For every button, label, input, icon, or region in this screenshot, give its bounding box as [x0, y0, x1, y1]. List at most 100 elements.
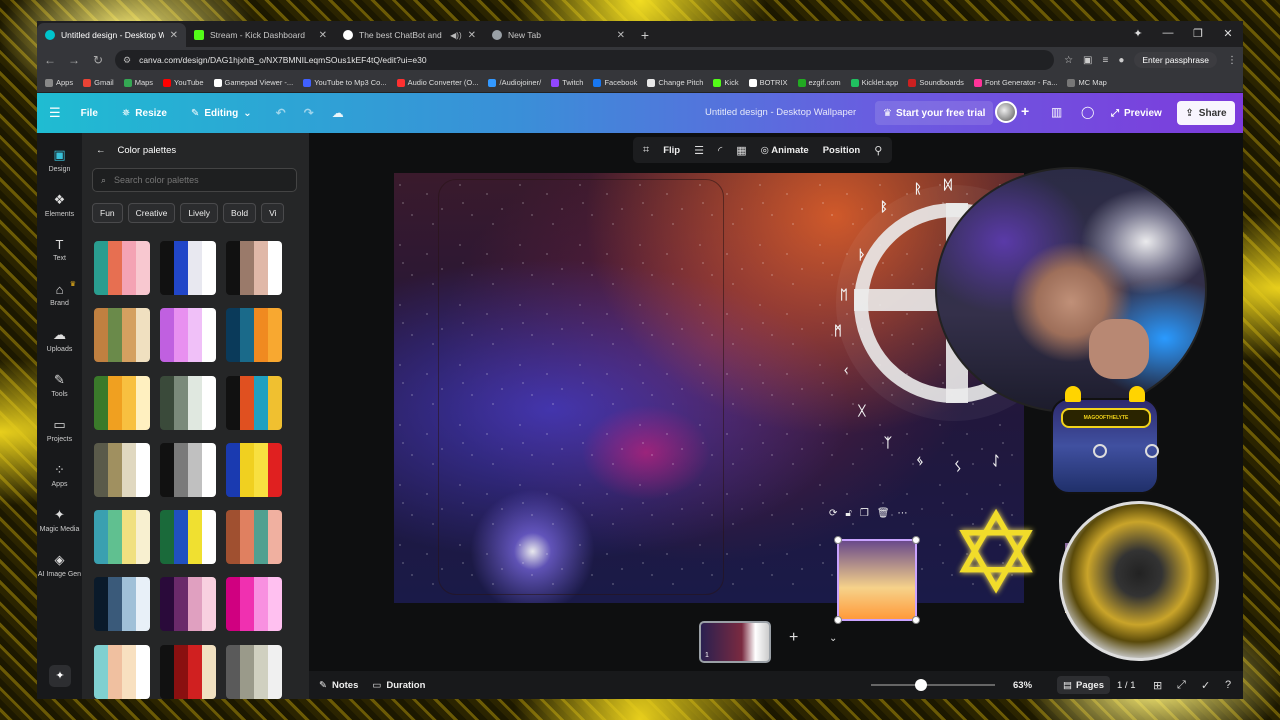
palette-chip[interactable]: Creative: [127, 203, 176, 223]
bookmark-item[interactable]: Twitch: [551, 78, 583, 87]
rail-item-design[interactable]: ▣ Design: [37, 147, 82, 173]
reload-icon[interactable]: ↻: [91, 53, 105, 67]
bookmark-item[interactable]: Kicklet.app: [850, 78, 898, 87]
palette-swatch[interactable]: [94, 308, 150, 363]
bookmark-item[interactable]: Audio Converter (O...: [396, 78, 478, 87]
browser-tab-chatbot[interactable]: The best ChatBot and Widg ◀)) ✕: [335, 23, 484, 47]
rotate-icon[interactable]: ⟳: [829, 508, 837, 519]
palette-swatch[interactable]: [94, 577, 150, 632]
close-window-icon[interactable]: ✕: [1213, 27, 1243, 40]
rail-item-brand[interactable]: ⌂ Brand ♛: [37, 281, 82, 307]
menu-kebab-icon[interactable]: ⋮: [1227, 55, 1237, 66]
speaker-icon[interactable]: ◀)): [450, 31, 461, 40]
extensions-icon[interactable]: ≡: [1102, 55, 1108, 66]
rail-item-magic-media[interactable]: ✦ Magic Media: [37, 507, 82, 533]
palette-swatch[interactable]: [94, 375, 150, 430]
bookmark-item[interactable]: YouTube to Mp3 Co...: [303, 78, 387, 87]
palette-swatch[interactable]: [160, 577, 216, 632]
help-icon[interactable]: ?: [1225, 679, 1231, 691]
page-thumbnail[interactable]: 1: [699, 621, 771, 663]
crop-icon[interactable]: ⌗: [643, 144, 649, 157]
lock-icon[interactable]: 🔓︎: [845, 508, 851, 519]
share-button[interactable]: ⇪ Share: [1177, 101, 1235, 125]
palette-swatch[interactable]: [94, 241, 150, 295]
zoom-slider[interactable]: [871, 684, 995, 686]
design-canvas[interactable]: ᚱᛞ ᛒᚦ ᛖᛗ ᚲᚷ ᛉᛃ ᛊᛇ: [394, 173, 1054, 603]
new-tab-button[interactable]: +: [633, 23, 657, 47]
palette-swatch[interactable]: [160, 308, 216, 363]
rail-item-tools[interactable]: ✎ Tools: [37, 372, 82, 398]
maximize-icon[interactable]: ❐: [1183, 27, 1213, 40]
close-tab-icon[interactable]: ✕: [468, 30, 476, 41]
hexagram-figure-image[interactable]: ✡: [937, 495, 1055, 613]
add-collaborator-icon[interactable]: +: [1021, 103, 1029, 119]
more-options-icon[interactable]: ⋯: [898, 508, 908, 519]
design-title[interactable]: Untitled design - Desktop Wallpaper: [705, 107, 856, 118]
bookmark-item[interactable]: ezgif.com: [797, 78, 841, 87]
grid-view-icon[interactable]: ⊞: [1153, 679, 1162, 692]
palette-swatch[interactable]: [160, 644, 216, 699]
avatar[interactable]: [995, 101, 1017, 123]
comments-icon[interactable]: ◯: [1081, 105, 1094, 119]
palette-swatch[interactable]: [94, 510, 150, 565]
resize-handle[interactable]: [912, 536, 920, 544]
bookmark-item[interactable]: YouTube: [163, 78, 204, 87]
position-button[interactable]: Position: [823, 145, 860, 156]
main-menu-icon[interactable]: ☰: [49, 105, 61, 121]
palette-swatch[interactable]: [226, 577, 282, 632]
animate-button[interactable]: ◎ Animate: [761, 145, 809, 156]
bookmark-item[interactable]: Facebook: [593, 78, 637, 87]
back-icon[interactable]: ←: [43, 53, 57, 67]
palette-swatch[interactable]: [94, 644, 150, 699]
palette-swatch[interactable]: [226, 375, 282, 430]
transparency-icon[interactable]: ▦: [736, 144, 746, 157]
palette-swatch[interactable]: [160, 442, 216, 497]
bookmark-item[interactable]: Maps: [123, 78, 153, 87]
browser-tab-canva[interactable]: Untitled design - Desktop Walli ✕: [37, 23, 186, 47]
minimize-icon[interactable]: —: [1153, 27, 1183, 39]
palette-swatch[interactable]: [160, 375, 216, 430]
save-status-icon[interactable]: ☁: [332, 106, 344, 120]
fullscreen-icon[interactable]: ⤢: [1177, 679, 1186, 692]
rail-item-ai-image-gen[interactable]: ◈ AI Image Gen: [37, 552, 82, 578]
lines-icon[interactable]: ☰: [694, 144, 704, 157]
palette-swatch[interactable]: [160, 241, 216, 295]
palette-swatch[interactable]: [226, 308, 282, 363]
rail-item-uploads[interactable]: ☁ Uploads: [37, 327, 82, 353]
palette-swatch[interactable]: [226, 241, 282, 295]
bookmark-item[interactable]: MC Map: [1067, 78, 1107, 87]
undo-icon[interactable]: ↶: [276, 106, 286, 120]
pages-button[interactable]: ▤ Pages: [1057, 676, 1110, 694]
resize-handle[interactable]: [834, 616, 842, 624]
browser-tab-new[interactable]: New Tab ✕: [484, 23, 633, 47]
bookmark-star-icon[interactable]: ☆: [1064, 55, 1073, 66]
flip-button[interactable]: Flip: [663, 145, 680, 156]
palette-chip[interactable]: Vi: [261, 203, 285, 223]
browser-tab-kick[interactable]: Stream - Kick Dashboard ✕: [186, 23, 335, 47]
palette-chip[interactable]: Lively: [180, 203, 219, 223]
close-tab-icon[interactable]: ✕: [617, 30, 625, 41]
gemini-icon[interactable]: ✦: [1123, 27, 1153, 40]
file-menu[interactable]: File: [81, 108, 98, 119]
site-info-icon[interactable]: ⚙: [123, 55, 131, 66]
palette-search-input[interactable]: [114, 175, 285, 185]
bookmark-item[interactable]: Gmail: [83, 78, 114, 87]
bookmark-item[interactable]: Gamepad Viewer -...: [213, 78, 293, 87]
close-tab-icon[interactable]: ✕: [319, 30, 327, 41]
palette-swatch[interactable]: [226, 510, 282, 565]
corner-rounding-icon[interactable]: ◜: [718, 144, 722, 157]
bookmark-item[interactable]: Soundboards: [908, 78, 964, 87]
palette-chip[interactable]: Fun: [92, 203, 123, 223]
selected-angel-image[interactable]: [834, 536, 920, 624]
resize-handle[interactable]: [912, 616, 920, 624]
ornate-frame[interactable]: [438, 179, 724, 595]
magic-sparkle-button[interactable]: ✦: [49, 665, 71, 687]
cast-icon[interactable]: ▣: [1083, 55, 1092, 66]
passphrase-button[interactable]: Enter passphrase: [1134, 52, 1217, 68]
rail-item-text[interactable]: T Text: [37, 237, 82, 262]
rail-item-elements[interactable]: ❖ Elements: [37, 192, 82, 218]
bookmark-item[interactable]: Change Pitch: [647, 78, 703, 87]
close-tab-icon[interactable]: ✕: [170, 30, 178, 41]
rail-item-apps[interactable]: ⁘ Apps: [37, 462, 82, 488]
preview-button[interactable]: ⤢ Preview: [1105, 101, 1168, 125]
